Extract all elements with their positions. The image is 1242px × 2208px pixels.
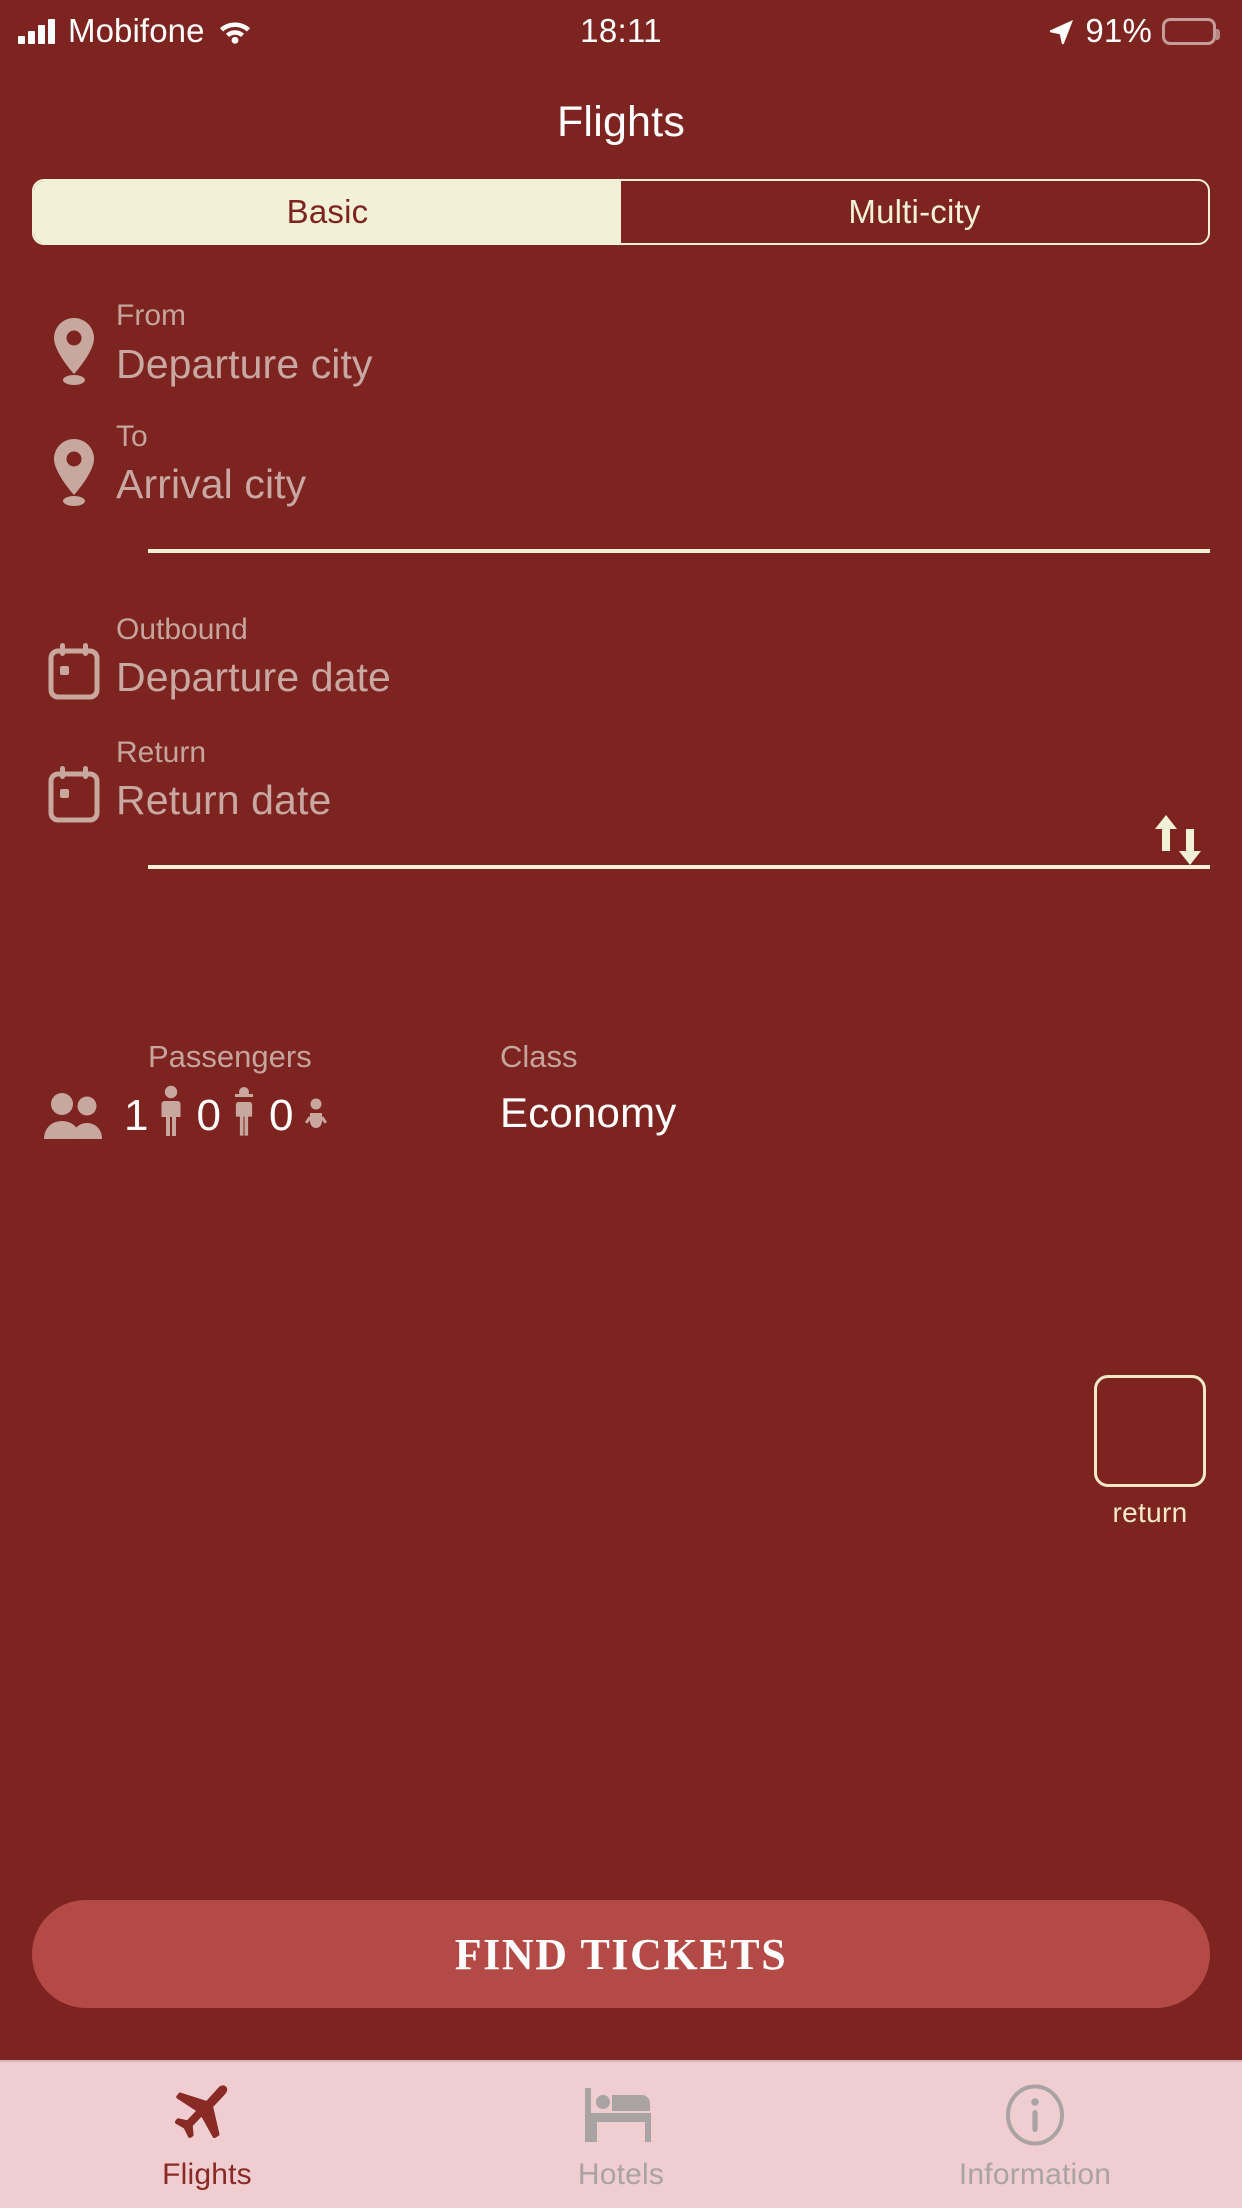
departure-city-input[interactable]: Departure city	[116, 335, 1210, 394]
passengers-label: Passengers	[148, 1038, 312, 1074]
from-field[interactable]: From Departure city	[32, 297, 1210, 394]
return-toggle[interactable]: return	[1090, 1375, 1210, 1529]
outbound-label: Outbound	[116, 612, 248, 646]
calendar-icon	[32, 765, 116, 831]
tab-multi-city[interactable]: Multi-city	[621, 181, 1208, 243]
route-divider	[148, 548, 1210, 553]
return-checkbox-label: return	[1112, 1497, 1188, 1528]
map-pin-icon	[32, 316, 116, 394]
infant-icon	[303, 1085, 329, 1148]
app-screen: Mobifone 18:11 91% Flights Basic Multi-c…	[0, 0, 1242, 2208]
find-tickets-button[interactable]: FIND TICKETS	[32, 1900, 1210, 2008]
map-pin-icon	[32, 437, 116, 515]
class-value[interactable]: Economy	[500, 1089, 1210, 1137]
tab-hotels[interactable]: Hotels	[414, 2062, 828, 2208]
children-count: 0	[196, 1091, 221, 1141]
search-form: From Departure city To Arrival city Outb…	[0, 245, 1242, 2060]
arrival-city-input[interactable]: Arrival city	[116, 455, 1210, 514]
to-field[interactable]: To Arrival city	[32, 418, 1210, 515]
bottom-tab-bar: Flights Hotels Information	[0, 2060, 1242, 2208]
bed-icon	[583, 2084, 659, 2146]
info-circle-icon	[1004, 2084, 1066, 2146]
return-field-texts: Return Return date	[116, 734, 1210, 831]
adults-count: 1	[124, 1091, 149, 1141]
class-label: Class	[500, 1038, 578, 1074]
search-mode-segmented-control[interactable]: Basic Multi-city	[32, 179, 1210, 245]
location-arrow-icon	[1048, 18, 1075, 45]
tab-flights[interactable]: Flights	[0, 2062, 414, 2208]
return-date-input[interactable]: Return date	[116, 771, 1210, 830]
passenger-counts: 1 0 0	[116, 1085, 329, 1148]
tab-information-label: Information	[958, 2158, 1112, 2191]
departure-date-input[interactable]: Departure date	[116, 648, 1210, 707]
from-field-texts: From Departure city	[116, 297, 1210, 394]
dates-divider	[148, 864, 1210, 869]
to-label: To	[116, 419, 148, 453]
battery-percent-label: 91%	[1085, 12, 1152, 49]
return-date-field[interactable]: Return Return date	[32, 734, 1210, 831]
from-label: From	[116, 299, 186, 332]
tab-information[interactable]: Information	[828, 2062, 1242, 2208]
child-icon	[231, 1085, 257, 1148]
passengers-class-row: Passengers 1 0 0 Class Economy	[32, 1039, 1210, 1148]
passengers-group[interactable]: Passengers 1 0 0	[32, 1039, 462, 1148]
status-bar: Mobifone 18:11 91%	[0, 0, 1242, 62]
infants-count: 0	[268, 1091, 294, 1141]
status-bar-right: 91%	[1048, 12, 1220, 50]
outbound-field-texts: Outbound Departure date	[116, 611, 1210, 708]
tab-hotels-label: Hotels	[577, 2158, 665, 2191]
outbound-date-field[interactable]: Outbound Departure date	[32, 611, 1210, 708]
adult-icon	[158, 1085, 184, 1148]
return-label: Return	[116, 735, 207, 769]
people-icon	[32, 1091, 116, 1141]
calendar-icon	[32, 642, 116, 708]
to-field-texts: To Arrival city	[116, 418, 1210, 515]
battery-icon	[1162, 17, 1220, 45]
tab-basic[interactable]: Basic	[34, 181, 621, 243]
tab-flights-label: Flights	[162, 2158, 252, 2191]
find-tickets-wrap: FIND TICKETS	[0, 1900, 1242, 2008]
passengers-values[interactable]: 1 0 0	[32, 1085, 462, 1148]
search-mode-segmented-control-wrap: Basic Multi-city	[0, 161, 1242, 245]
airplane-icon	[175, 2084, 239, 2146]
page-title: Flights	[556, 98, 686, 146]
return-checkbox[interactable]	[1094, 1375, 1206, 1487]
class-group[interactable]: Class Economy	[462, 1039, 1210, 1137]
